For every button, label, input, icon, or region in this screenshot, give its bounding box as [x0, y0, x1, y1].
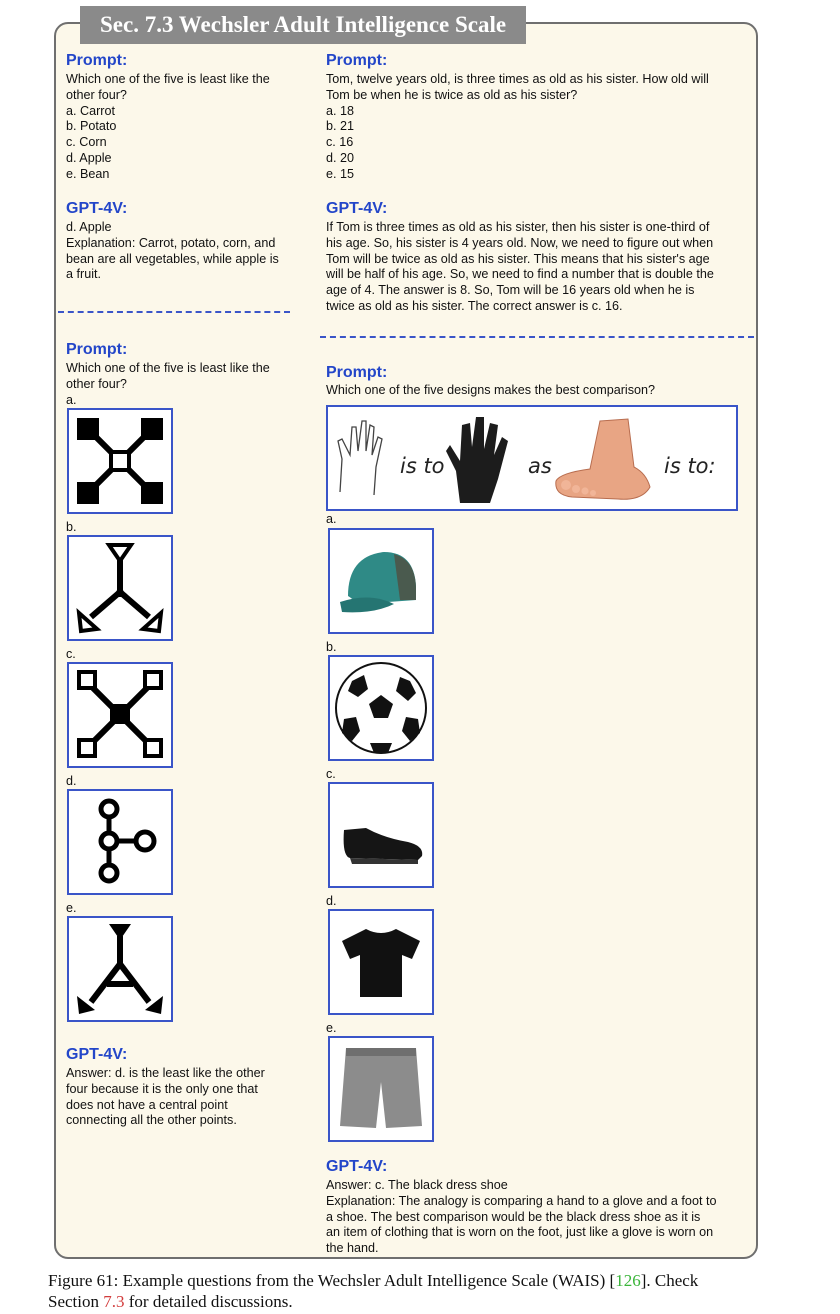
- section-title: Sec. 7.3 Wechsler Adult Intelligence Sca…: [80, 6, 527, 44]
- tshirt-icon: [342, 929, 420, 997]
- hand-icon: [337, 420, 383, 496]
- q3-option-b-image: [67, 535, 173, 641]
- q3-option-e-image: [67, 916, 173, 1022]
- q4-answer-text: Answer: c. The black dress shoe Explanati…: [326, 1178, 717, 1256]
- q3-prompt-text: Which one of the five is least like the o…: [66, 361, 270, 391]
- q3-option-c-label: c.: [66, 647, 76, 661]
- q1-prompt-text: Which one of the five is least like the o…: [66, 72, 270, 181]
- dress-shoe-icon: [343, 828, 423, 864]
- q4-option-b-label: b.: [326, 640, 337, 654]
- analogy-word-1: is to: [400, 454, 445, 478]
- q4-option-d-image: [328, 909, 434, 1015]
- q4-option-a-image: [328, 528, 434, 634]
- citation-link[interactable]: 126: [615, 1271, 641, 1290]
- q3-answer-text: Answer: d. is the least like the other fo…: [66, 1066, 265, 1128]
- q3-option-e-label: e.: [66, 901, 77, 915]
- q4-analogy-image: is to as is to:: [326, 405, 738, 511]
- q3-prompt-heading: Prompt:: [66, 341, 128, 358]
- q3-answer-heading: GPT-4V:: [66, 1046, 128, 1063]
- q3-option-d-label: d.: [66, 774, 77, 788]
- q4-answer-heading: GPT-4V:: [326, 1158, 388, 1175]
- q4-option-e-image: [328, 1036, 434, 1142]
- cap-icon: [340, 552, 416, 613]
- q4-option-d-label: d.: [326, 894, 337, 908]
- q3-option-b-label: b.: [66, 520, 77, 534]
- q1-answer-heading: GPT-4V:: [66, 200, 128, 217]
- q4-option-b-image: [328, 655, 434, 761]
- divider-left: [58, 311, 290, 313]
- figure-caption: Figure 61: Example questions from the We…: [48, 1271, 699, 1311]
- q4-option-a-label: a.: [326, 512, 337, 526]
- q3-option-a-image: [67, 408, 173, 514]
- foot-icon: [555, 418, 651, 500]
- q2-prompt-heading: Prompt:: [326, 52, 388, 69]
- q4-option-c-label: c.: [326, 767, 336, 781]
- q4-prompt-text: Which one of the five designs makes the …: [326, 383, 656, 397]
- q3-option-a-label: a.: [66, 393, 77, 407]
- q1-prompt-heading: Prompt:: [66, 52, 128, 69]
- q1-answer-text: d. Apple Explanation: Carrot, potato, cor…: [66, 220, 279, 282]
- q2-prompt-text: Tom, twelve years old, is three times as…: [326, 72, 709, 181]
- section-link[interactable]: 7.3: [103, 1292, 124, 1311]
- q3-option-d-image: [67, 789, 173, 895]
- q2-answer-text: If Tom is three times as old as his sist…: [326, 220, 714, 313]
- q3-option-c-image: [67, 662, 173, 768]
- soccer-ball-icon: [335, 662, 427, 754]
- q4-prompt-heading: Prompt:: [326, 364, 388, 381]
- divider-right: [320, 336, 754, 338]
- glove-icon: [446, 417, 508, 503]
- analogy-word-3: is to:: [664, 454, 716, 478]
- q4-option-c-image: [328, 782, 434, 888]
- analogy-word-2: as: [528, 454, 552, 478]
- q4-option-e-label: e.: [326, 1021, 337, 1035]
- q2-answer-heading: GPT-4V:: [326, 200, 388, 217]
- shorts-icon: [340, 1048, 422, 1128]
